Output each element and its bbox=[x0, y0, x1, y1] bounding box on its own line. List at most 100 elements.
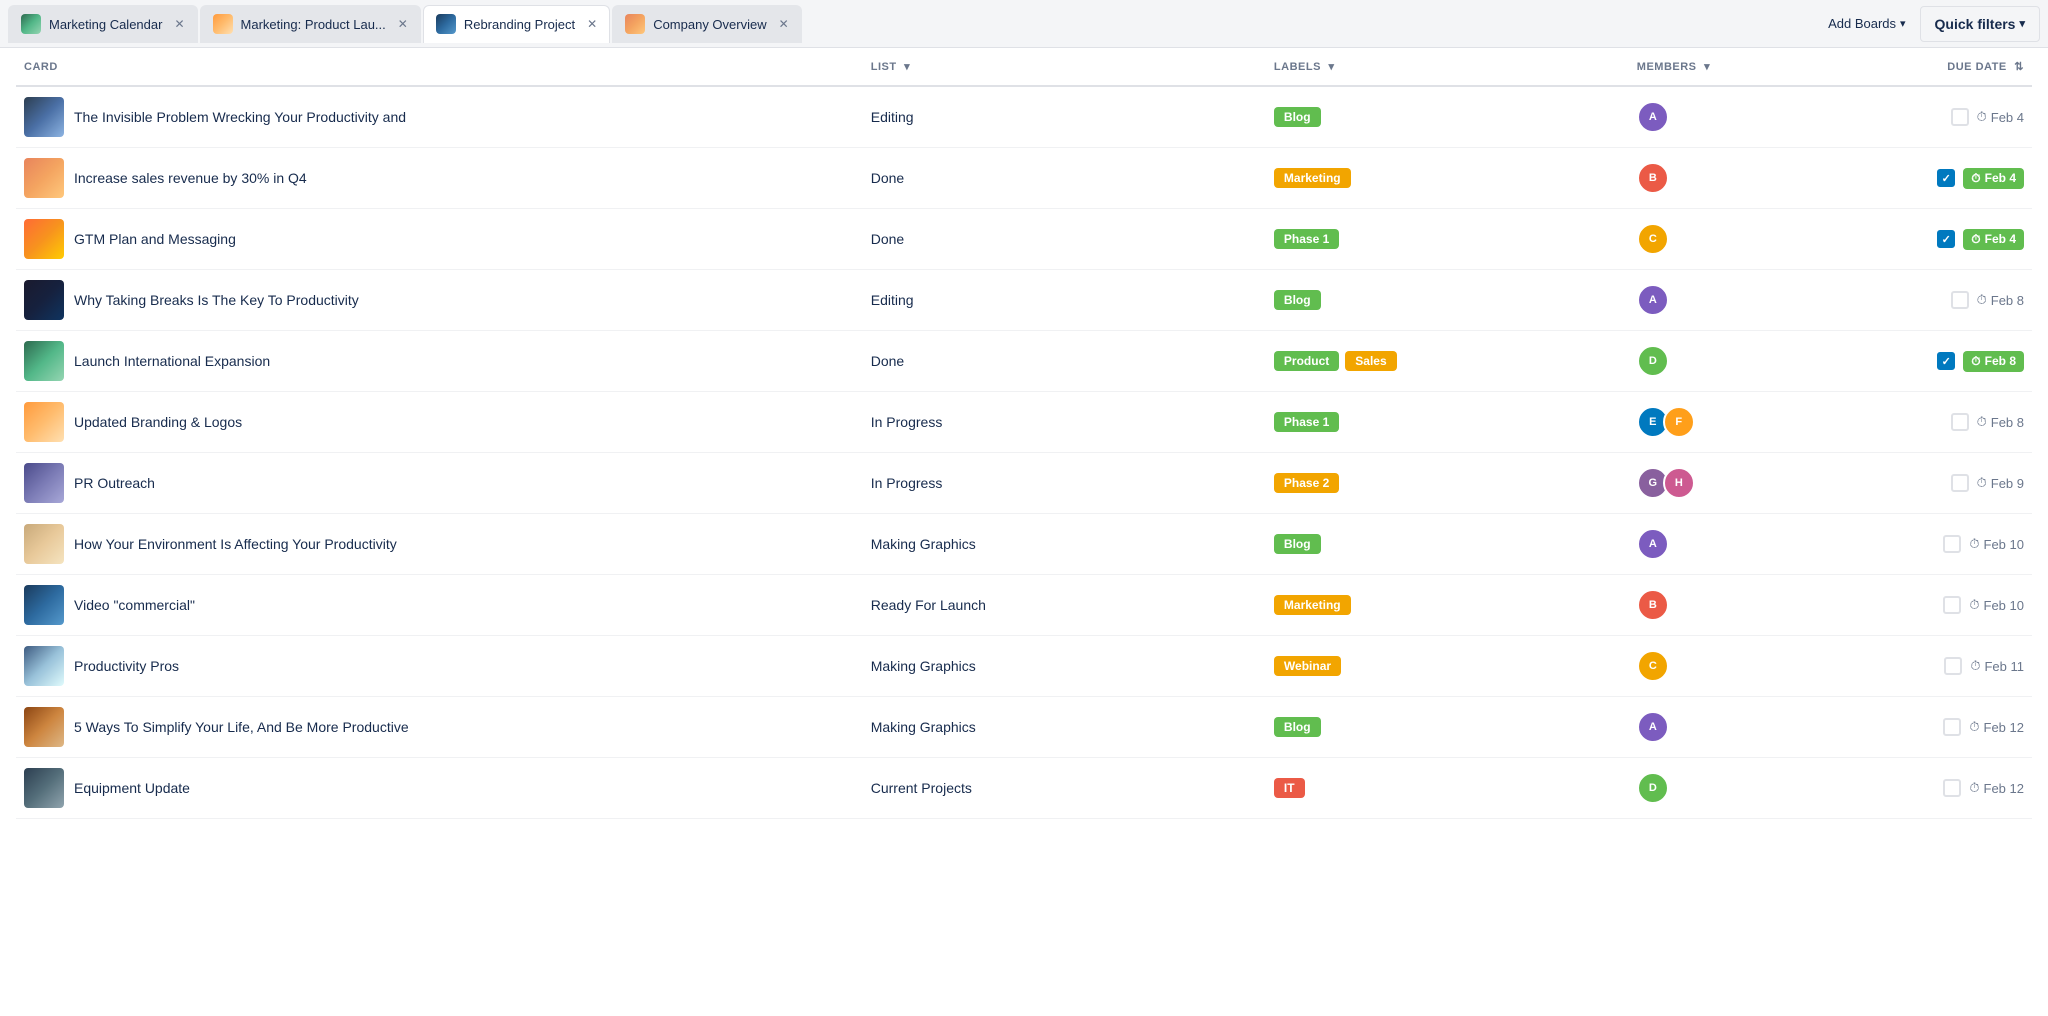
due-date-checkbox[interactable] bbox=[1937, 352, 1955, 370]
card-title: Updated Branding & Logos bbox=[74, 414, 242, 430]
clock-icon: ⏱ bbox=[1971, 232, 1980, 247]
list-cell: Done bbox=[863, 331, 1266, 392]
label-badge[interactable]: Blog bbox=[1274, 290, 1321, 310]
avatar: D bbox=[1637, 345, 1669, 377]
clock-icon: ⏱ bbox=[1977, 292, 1987, 308]
labels-cell: Phase 2 bbox=[1266, 453, 1629, 514]
tab-close-icon[interactable]: ✕ bbox=[779, 17, 789, 31]
due-date-checkbox[interactable] bbox=[1943, 535, 1961, 553]
column-header-due-date[interactable]: DUE DATE ⇅ bbox=[1871, 48, 2032, 86]
due-date-checkbox[interactable] bbox=[1937, 169, 1955, 187]
due-date-checkbox[interactable] bbox=[1943, 718, 1961, 736]
due-date-cell: ⏱ Feb 8 bbox=[1871, 270, 2032, 331]
tab-thumbnail bbox=[436, 14, 456, 34]
card-title: 5 Ways To Simplify Your Life, And Be Mor… bbox=[74, 719, 409, 735]
tab-close-icon[interactable]: ✕ bbox=[587, 17, 597, 31]
due-date-checkbox[interactable] bbox=[1943, 779, 1961, 797]
members-cell: GH bbox=[1629, 453, 1871, 514]
due-date-checkbox[interactable] bbox=[1951, 108, 1969, 126]
label-badge[interactable]: Marketing bbox=[1274, 168, 1351, 188]
due-date-cell: ⏱ Feb 8 bbox=[1871, 331, 2032, 392]
card-cell[interactable]: Updated Branding & Logos bbox=[16, 392, 863, 453]
card-cell[interactable]: Equipment Update bbox=[16, 758, 863, 819]
card-thumbnail bbox=[24, 402, 64, 442]
due-date-cell: ⏱ Feb 12 bbox=[1871, 758, 2032, 819]
card-cell[interactable]: 5 Ways To Simplify Your Life, And Be Mor… bbox=[16, 697, 863, 758]
card-cell[interactable]: Why Taking Breaks Is The Key To Producti… bbox=[16, 270, 863, 331]
members-cell: C bbox=[1629, 636, 1871, 697]
label-badge[interactable]: IT bbox=[1274, 778, 1305, 798]
label-badge[interactable]: Blog bbox=[1274, 534, 1321, 554]
card-title: Launch International Expansion bbox=[74, 353, 270, 369]
card-title: The Invisible Problem Wrecking Your Prod… bbox=[74, 109, 406, 125]
tab-tab-product-launch[interactable]: Marketing: Product Lau...✕ bbox=[200, 5, 421, 43]
tab-close-icon[interactable]: ✕ bbox=[174, 17, 184, 31]
tab-tab-rebranding[interactable]: Rebranding Project✕ bbox=[423, 5, 610, 43]
card-title: PR Outreach bbox=[74, 475, 155, 491]
avatar: A bbox=[1637, 101, 1669, 133]
label-badge[interactable]: Sales bbox=[1345, 351, 1396, 371]
members-cell: EF bbox=[1629, 392, 1871, 453]
clock-icon: ⏱ bbox=[1977, 109, 1987, 125]
column-header-labels[interactable]: LABELS ▾ bbox=[1266, 48, 1629, 86]
list-cell: Making Graphics bbox=[863, 636, 1266, 697]
due-date-checkbox[interactable] bbox=[1951, 474, 1969, 492]
quick-filters-button[interactable]: Quick filters ▾ bbox=[1920, 6, 2040, 42]
column-header-members[interactable]: MEMBERS ▾ bbox=[1629, 48, 1871, 86]
members-cell: A bbox=[1629, 86, 1871, 148]
clock-icon: ⏱ bbox=[1977, 414, 1987, 430]
due-date-checkbox[interactable] bbox=[1943, 596, 1961, 614]
card-title: Why Taking Breaks Is The Key To Producti… bbox=[74, 292, 359, 308]
card-cell[interactable]: PR Outreach bbox=[16, 453, 863, 514]
due-date-text: ⏱ Feb 11 bbox=[1970, 658, 2024, 674]
table-row: Video "commercial"Ready For LaunchMarket… bbox=[16, 575, 2032, 636]
tab-bar: Marketing Calendar✕Marketing: Product La… bbox=[0, 0, 2048, 48]
labels-cell: Blog bbox=[1266, 270, 1629, 331]
list-cell: Editing bbox=[863, 86, 1266, 148]
due-date-checkbox[interactable] bbox=[1937, 230, 1955, 248]
card-cell[interactable]: How Your Environment Is Affecting Your P… bbox=[16, 514, 863, 575]
card-thumbnail bbox=[24, 280, 64, 320]
list-cell: Current Projects bbox=[863, 758, 1266, 819]
label-badge[interactable]: Product bbox=[1274, 351, 1339, 371]
card-cell[interactable]: Productivity Pros bbox=[16, 636, 863, 697]
clock-icon: ⏱ bbox=[1969, 719, 1979, 735]
members-cell: C bbox=[1629, 209, 1871, 270]
avatar: C bbox=[1637, 650, 1669, 682]
add-boards-button[interactable]: Add Boards ▾ bbox=[1816, 10, 1917, 37]
due-date-checkbox[interactable] bbox=[1951, 413, 1969, 431]
card-cell[interactable]: Video "commercial" bbox=[16, 575, 863, 636]
label-badge[interactable]: Phase 2 bbox=[1274, 473, 1339, 493]
card-thumbnail bbox=[24, 585, 64, 625]
chevron-down-icon: ▾ bbox=[1900, 17, 1906, 30]
due-date-checkbox[interactable] bbox=[1944, 657, 1962, 675]
label-badge[interactable]: Phase 1 bbox=[1274, 229, 1339, 249]
labels-cell: Blog bbox=[1266, 697, 1629, 758]
due-date-checkbox[interactable] bbox=[1951, 291, 1969, 309]
card-thumbnail bbox=[24, 219, 64, 259]
label-badge[interactable]: Webinar bbox=[1274, 656, 1341, 676]
avatar: A bbox=[1637, 528, 1669, 560]
card-cell[interactable]: The Invisible Problem Wrecking Your Prod… bbox=[16, 86, 863, 148]
due-date-cell: ⏱ Feb 4 bbox=[1871, 86, 2032, 148]
label-badge[interactable]: Marketing bbox=[1274, 595, 1351, 615]
label-badge[interactable]: Blog bbox=[1274, 107, 1321, 127]
label-badge[interactable]: Phase 1 bbox=[1274, 412, 1339, 432]
table-header-row: CARD LIST ▾ LABELS ▾ MEMBERS ▾ DUE DATE … bbox=[16, 48, 2032, 86]
table-row: How Your Environment Is Affecting Your P… bbox=[16, 514, 2032, 575]
tab-label: Company Overview bbox=[653, 17, 766, 32]
tab-close-icon[interactable]: ✕ bbox=[398, 17, 408, 31]
clock-icon: ⏱ bbox=[1971, 354, 1980, 369]
column-header-card[interactable]: CARD bbox=[16, 48, 863, 86]
tab-tab-company-overview[interactable]: Company Overview ✕ bbox=[612, 5, 802, 43]
card-title: GTM Plan and Messaging bbox=[74, 231, 236, 247]
card-cell[interactable]: GTM Plan and Messaging bbox=[16, 209, 863, 270]
tab-tab-marketing-cal[interactable]: Marketing Calendar✕ bbox=[8, 5, 198, 43]
column-header-list[interactable]: LIST ▾ bbox=[863, 48, 1266, 86]
table-row: Productivity ProsMaking Graphics Webinar C… bbox=[16, 636, 2032, 697]
sort-icon: ▾ bbox=[904, 61, 910, 73]
label-badge[interactable]: Blog bbox=[1274, 717, 1321, 737]
card-cell[interactable]: Increase sales revenue by 30% in Q4 bbox=[16, 148, 863, 209]
clock-icon: ⏱ bbox=[1970, 658, 1980, 674]
card-cell[interactable]: Launch International Expansion bbox=[16, 331, 863, 392]
